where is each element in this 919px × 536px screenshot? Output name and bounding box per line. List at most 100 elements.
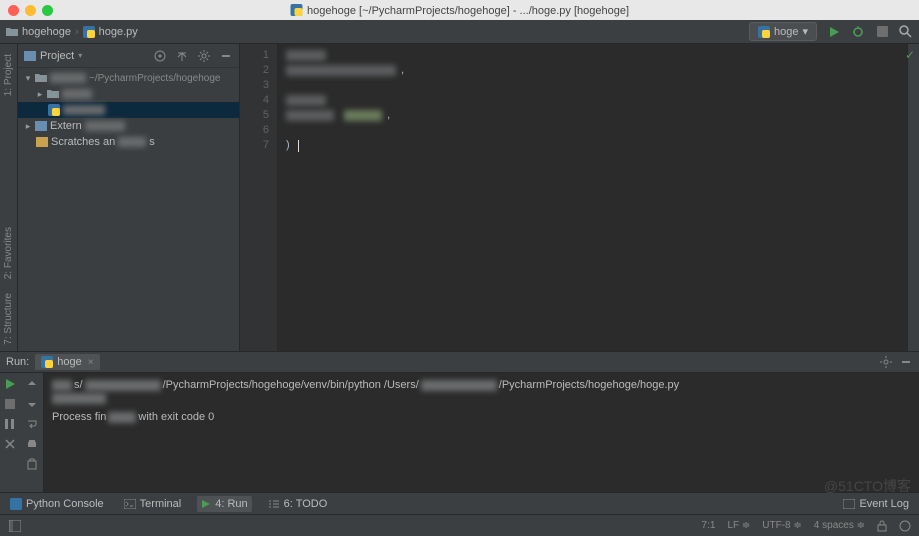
tab-label: Terminal (140, 498, 182, 510)
breadcrumb-file: hoge.py (99, 26, 138, 38)
tree-row-scratches[interactable]: Scratches an s (18, 134, 239, 150)
scratches-icon (36, 137, 48, 147)
pause-button[interactable] (3, 417, 17, 431)
folder-icon (6, 27, 18, 37)
code-area[interactable]: , , ) (278, 44, 907, 351)
python-file-icon (290, 4, 302, 16)
blurred-text (50, 73, 86, 83)
run-tab-bottom[interactable]: 4: Run (197, 496, 251, 512)
run-toolbar-secondary (20, 373, 44, 492)
project-panel-title-text: Project (40, 50, 74, 62)
tree-row-external[interactable]: ▸ Extern (18, 118, 239, 134)
locate-button[interactable] (153, 49, 167, 63)
run-button[interactable] (827, 25, 841, 39)
chevron-right-icon: ▸ (24, 121, 32, 132)
stop-button[interactable] (3, 397, 17, 411)
editor-gutter[interactable]: 1234567 (240, 44, 278, 351)
python-file-icon (83, 26, 95, 38)
chevron-down-icon: ▾ (78, 51, 82, 60)
project-tool-tab[interactable]: 1: Project (1, 48, 16, 102)
run-tab-label: hoge (57, 356, 81, 368)
file-encoding[interactable]: UTF-8 ≑ (762, 520, 802, 531)
scratches-suffix: s (149, 136, 155, 148)
chevron-right-icon: ▸ (36, 89, 44, 100)
tree-row-root[interactable]: ▾ ~/PycharmProjects/hogehoge (18, 70, 239, 86)
scratches-label: Scratches an (51, 136, 115, 148)
tab-label: 6: TODO (284, 498, 328, 510)
terminal-icon (124, 499, 136, 509)
debug-button[interactable] (851, 25, 865, 39)
project-panel: Project ▾ ▾ ~/PycharmProjects/hogehoge ▸ (18, 44, 240, 351)
line-separator[interactable]: LF ≑ (727, 520, 750, 531)
inspector-icon[interactable] (899, 520, 911, 532)
toolbar: hogehoge › hoge.py hoge ▾ (0, 20, 919, 44)
event-log-tab[interactable]: Event Log (839, 496, 913, 512)
python-file-icon (758, 26, 770, 38)
tool-windows-button[interactable] (8, 519, 22, 533)
exit-button[interactable] (3, 437, 17, 451)
minimize-window-button[interactable] (25, 5, 36, 16)
hide-panel-button[interactable] (219, 49, 233, 63)
blurred-text (421, 380, 497, 391)
scroll-down-button[interactable] (25, 397, 39, 411)
titlebar: hogehoge [~/PycharmProjects/hogehoge] - … (0, 0, 919, 20)
window-title-text: hogehoge [~/PycharmProjects/hogehoge] - … (307, 5, 629, 17)
gear-icon[interactable] (197, 49, 211, 63)
search-everywhere-button[interactable] (899, 25, 913, 39)
project-panel-title[interactable]: Project ▾ (24, 50, 153, 62)
window-title: hogehoge [~/PycharmProjects/hogehoge] - … (290, 4, 629, 17)
library-icon (35, 121, 47, 131)
blurred-text (85, 380, 161, 391)
favorites-tool-tab[interactable]: 2: Favorites (1, 221, 16, 285)
console-text: /PycharmProjects/hogehoge/venv/bin/pytho… (163, 377, 419, 393)
tree-root-path: ~/PycharmProjects/hogehoge (89, 73, 220, 84)
breadcrumb[interactable]: hogehoge › hoge.py (6, 26, 138, 38)
soft-wrap-button[interactable] (25, 417, 39, 431)
event-log-icon (843, 499, 855, 509)
tree-row[interactable]: ▸ (18, 86, 239, 102)
terminal-tab[interactable]: Terminal (120, 496, 186, 512)
run-panel-label: Run: (6, 356, 29, 368)
blurred-text (52, 380, 72, 391)
blurred-text (62, 89, 92, 99)
clear-button[interactable] (25, 457, 39, 471)
caret-position[interactable]: 7:1 (702, 520, 716, 531)
scroll-up-button[interactable] (25, 377, 39, 391)
python-file-icon (48, 104, 60, 116)
readonly-toggle[interactable] (877, 520, 887, 532)
project-tree[interactable]: ▾ ~/PycharmProjects/hogehoge ▸ ▸ Extern (18, 68, 239, 351)
project-panel-header: Project ▾ (18, 44, 239, 68)
run-config-selector[interactable]: hoge ▾ (749, 22, 817, 41)
chevron-down-icon: ▾ (802, 25, 808, 38)
left-gutter: 1: Project 2: Favorites 7: Structure (0, 44, 18, 351)
todo-tab[interactable]: 6: TODO (264, 496, 332, 512)
stop-button[interactable] (875, 25, 889, 39)
gear-icon[interactable] (879, 355, 893, 369)
tab-label: Python Console (26, 498, 104, 510)
maximize-window-button[interactable] (42, 5, 53, 16)
print-button[interactable] (25, 437, 39, 451)
tree-row-selected[interactable] (18, 102, 239, 118)
statusbar: 7:1 LF ≑ UTF-8 ≑ 4 spaces ≑ (0, 514, 919, 536)
console-output[interactable]: /Users/ s/ /PycharmProjects/hogehoge/ven… (44, 373, 919, 492)
run-panel-header: Run: hoge × (0, 352, 919, 373)
tab-label: Event Log (859, 498, 909, 510)
run-tab[interactable]: hoge × (35, 354, 99, 370)
python-console-tab[interactable]: Python Console (6, 496, 108, 512)
close-window-button[interactable] (8, 5, 19, 16)
structure-tool-tab[interactable]: 7: Structure (1, 287, 16, 351)
folder-icon (47, 89, 59, 99)
rerun-button[interactable] (3, 377, 17, 391)
console-text: /PycharmProjects/hogehoge/hoge.py (499, 377, 679, 393)
blurred-text (85, 121, 125, 131)
python-file-icon (41, 356, 53, 368)
run-config-label: hoge (774, 26, 798, 38)
hide-panel-button[interactable] (899, 355, 913, 369)
tab-label: 4: Run (215, 498, 247, 510)
external-label: Extern (50, 120, 82, 132)
blurred-text (108, 412, 136, 423)
inspection-ok-icon[interactable]: ✓ (905, 48, 915, 62)
indent-config[interactable]: 4 spaces ≑ (814, 520, 865, 531)
collapse-all-button[interactable] (175, 49, 189, 63)
close-icon[interactable]: × (88, 357, 94, 368)
